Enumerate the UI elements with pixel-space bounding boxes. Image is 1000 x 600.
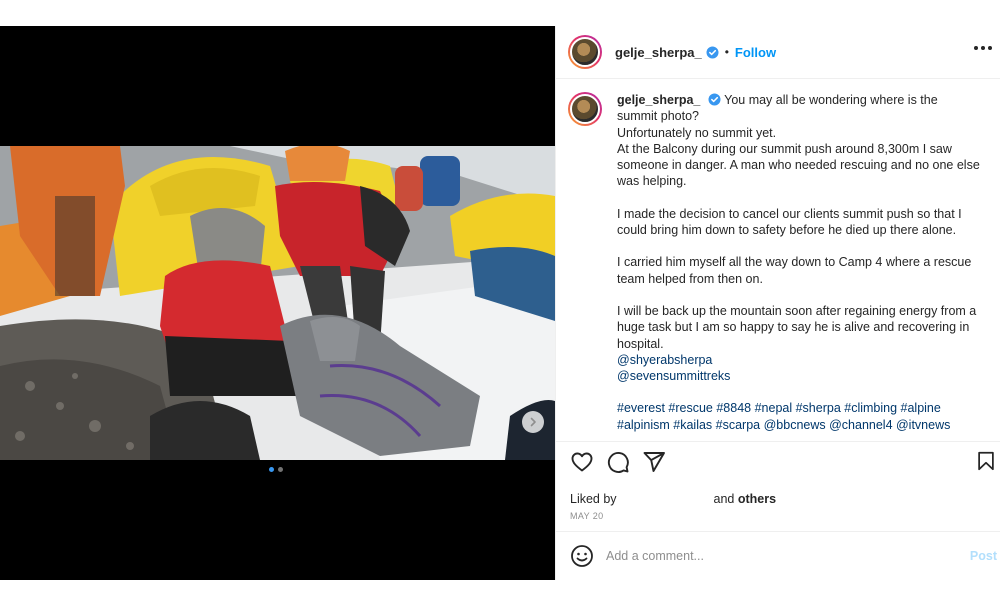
caption-scroll-area[interactable]: gelje_sherpa_ You may all be wondering w… — [556, 80, 1000, 441]
caption-line-4: I made the decision to cancel our client… — [617, 206, 962, 238]
post-header: gelje_sherpa_ • Follow — [556, 26, 1000, 79]
emoji-icon[interactable] — [570, 544, 594, 568]
avatar-image — [570, 94, 600, 124]
post-photo[interactable] — [0, 146, 555, 460]
media-panel — [0, 26, 555, 580]
bookmark-icon[interactable] — [975, 450, 997, 472]
author-avatar[interactable] — [568, 35, 602, 69]
caption-text: gelje_sherpa_ You may all be wondering w… — [617, 92, 981, 433]
mention-link[interactable]: @sevensummittreks — [617, 368, 981, 384]
more-options-icon[interactable] — [974, 46, 992, 50]
post-date[interactable]: MAY 20 — [570, 511, 604, 521]
carousel-dot — [278, 467, 283, 472]
caption-line-5: I carried him myself all the way down to… — [617, 255, 972, 286]
caption-line-2: Unfortunately no summit yet. — [617, 125, 777, 140]
verified-badge-icon — [706, 46, 719, 59]
comment-input[interactable] — [606, 549, 946, 563]
avatar-image — [570, 37, 600, 67]
verified-badge-icon — [708, 93, 721, 106]
caption-author-avatar[interactable] — [568, 92, 602, 126]
caption-row: gelje_sherpa_ You may all be wondering w… — [568, 92, 985, 433]
comment-bar: Post — [556, 531, 1000, 580]
mention-link[interactable]: @shyerabsherpa — [617, 352, 981, 368]
follow-button[interactable]: Follow — [735, 45, 776, 60]
heart-icon[interactable] — [570, 450, 594, 474]
share-icon[interactable] — [642, 450, 666, 474]
post-side-panel: gelje_sherpa_ • Follow gelje_sherpa_ You… — [555, 26, 1000, 580]
carousel-indicator — [269, 467, 283, 472]
post-comment-button[interactable]: Post — [970, 549, 997, 563]
likes-and: and — [713, 492, 735, 506]
comment-icon[interactable] — [606, 450, 630, 474]
author-username[interactable]: gelje_sherpa_ — [615, 45, 702, 60]
instagram-post: gelje_sherpa_ • Follow gelje_sherpa_ You… — [0, 26, 1000, 580]
likes-prefix: Liked by — [570, 492, 617, 506]
next-slide-button[interactable] — [522, 411, 544, 433]
chevron-right-icon — [530, 417, 536, 427]
likes-others-link[interactable]: others — [738, 492, 776, 506]
caption-line-6: I will be back up the mountain soon afte… — [617, 303, 977, 351]
likes-summary: Liked by and others — [570, 492, 776, 506]
hashtags[interactable]: #everest #rescue #8848 #nepal #sherpa #c… — [617, 400, 981, 433]
header-separator: • — [724, 45, 729, 59]
post-actions — [556, 441, 1000, 481]
everest-rescue-photo — [0, 146, 555, 460]
carousel-dot-active — [269, 467, 274, 472]
caption-username[interactable]: gelje_sherpa_ — [617, 93, 700, 107]
caption-line: gelje_sherpa_ You may all be wondering w… — [617, 92, 981, 125]
caption-line-3: At the Balcony during our summit push ar… — [617, 141, 980, 189]
